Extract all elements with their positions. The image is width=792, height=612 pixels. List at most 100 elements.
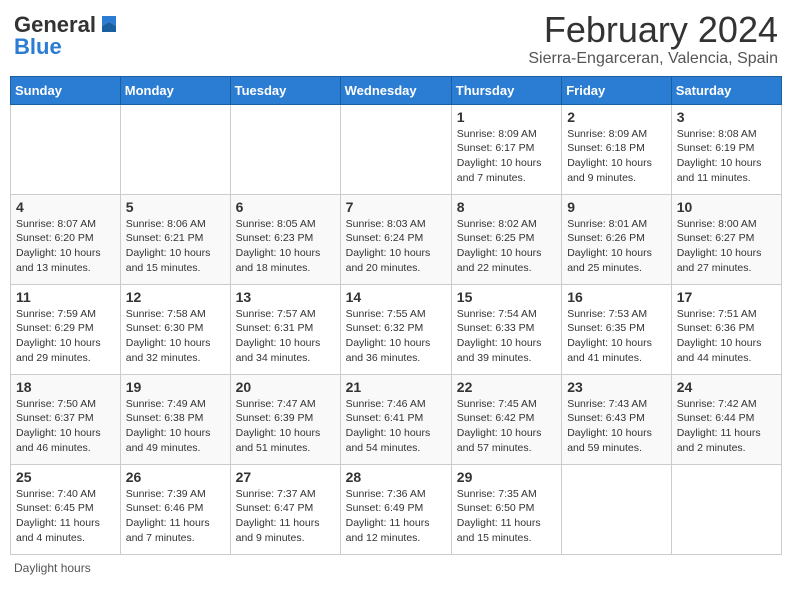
day-number: 12 [126, 289, 225, 305]
day-number: 13 [236, 289, 335, 305]
day-number: 15 [457, 289, 556, 305]
day-info: Sunrise: 7:45 AMSunset: 6:42 PMDaylight:… [457, 397, 556, 456]
calendar-cell [340, 104, 451, 194]
calendar-cell: 22 Sunrise: 7:45 AMSunset: 6:42 PMDayligh… [451, 374, 561, 464]
calendar-cell: 4 Sunrise: 8:07 AMSunset: 6:20 PMDaylight… [11, 194, 121, 284]
day-number: 26 [126, 469, 225, 485]
day-number: 20 [236, 379, 335, 395]
day-number: 1 [457, 109, 556, 125]
day-info: Sunrise: 7:40 AMSunset: 6:45 PMDaylight:… [16, 487, 115, 546]
calendar-cell [11, 104, 121, 194]
day-info: Sunrise: 7:36 AMSunset: 6:49 PMDaylight:… [346, 487, 446, 546]
calendar-cell: 26 Sunrise: 7:39 AMSunset: 6:46 PMDayligh… [120, 464, 230, 554]
calendar-header-sunday: Sunday [11, 76, 121, 104]
day-info: Sunrise: 8:07 AMSunset: 6:20 PMDaylight:… [16, 217, 115, 276]
calendar-cell: 11 Sunrise: 7:59 AMSunset: 6:29 PMDayligh… [11, 284, 121, 374]
logo: General Blue [14, 14, 120, 58]
title-area: February 2024 Sierra-Engarceran, Valenci… [528, 10, 778, 68]
calendar-cell: 29Sunrise: 7:35 AMSunset: 6:50 PMDayligh… [451, 464, 561, 554]
day-info: Sunrise: 8:03 AMSunset: 6:24 PMDaylight:… [346, 217, 446, 276]
calendar-header-row: SundayMondayTuesdayWednesdayThursdayFrid… [11, 76, 782, 104]
day-info: Sunrise: 7:47 AMSunset: 6:39 PMDaylight:… [236, 397, 335, 456]
calendar-cell: 5 Sunrise: 8:06 AMSunset: 6:21 PMDaylight… [120, 194, 230, 284]
logo-general-text: General [14, 14, 96, 36]
day-number: 8 [457, 199, 556, 215]
calendar-cell: 7 Sunrise: 8:03 AMSunset: 6:24 PMDaylight… [340, 194, 451, 284]
calendar-header-wednesday: Wednesday [340, 76, 451, 104]
page-title: February 2024 [528, 10, 778, 50]
day-number: 5 [126, 199, 225, 215]
calendar-header-monday: Monday [120, 76, 230, 104]
day-number: 18 [16, 379, 115, 395]
day-number: 9 [567, 199, 666, 215]
calendar-cell: 27 Sunrise: 7:37 AMSunset: 6:47 PMDayligh… [230, 464, 340, 554]
day-info: Sunrise: 7:58 AMSunset: 6:30 PMDaylight:… [126, 307, 225, 366]
day-info: Sunrise: 7:53 AMSunset: 6:35 PMDaylight:… [567, 307, 666, 366]
calendar-cell: 14Sunrise: 7:55 AMSunset: 6:32 PMDayligh… [340, 284, 451, 374]
calendar-cell: 12 Sunrise: 7:58 AMSunset: 6:30 PMDayligh… [120, 284, 230, 374]
day-info: Sunrise: 8:08 AMSunset: 6:19 PMDaylight:… [677, 127, 776, 186]
day-number: 27 [236, 469, 335, 485]
calendar-cell: 15Sunrise: 7:54 AMSunset: 6:33 PMDayligh… [451, 284, 561, 374]
day-info: Sunrise: 7:43 AMSunset: 6:43 PMDaylight:… [567, 397, 666, 456]
day-info: Sunrise: 7:51 AMSunset: 6:36 PMDaylight:… [677, 307, 776, 366]
header: General Blue February 2024 Sierra-Engarc… [10, 10, 782, 68]
calendar-cell: 6Sunrise: 8:05 AMSunset: 6:23 PMDaylight… [230, 194, 340, 284]
calendar-header-friday: Friday [562, 76, 672, 104]
calendar-cell: 2Sunrise: 8:09 AMSunset: 6:18 PMDaylight… [562, 104, 672, 194]
day-info: Sunrise: 7:57 AMSunset: 6:31 PMDaylight:… [236, 307, 335, 366]
day-info: Sunrise: 7:59 AMSunset: 6:29 PMDaylight:… [16, 307, 115, 366]
calendar-header-tuesday: Tuesday [230, 76, 340, 104]
calendar-cell: 18 Sunrise: 7:50 AMSunset: 6:37 PMDayligh… [11, 374, 121, 464]
day-info: Sunrise: 7:42 AMSunset: 6:44 PMDaylight:… [677, 397, 776, 456]
day-info: Sunrise: 7:37 AMSunset: 6:47 PMDaylight:… [236, 487, 335, 546]
day-info: Sunrise: 7:49 AMSunset: 6:38 PMDaylight:… [126, 397, 225, 456]
calendar-cell: 20 Sunrise: 7:47 AMSunset: 6:39 PMDayligh… [230, 374, 340, 464]
day-info: Sunrise: 7:39 AMSunset: 6:46 PMDaylight:… [126, 487, 225, 546]
calendar-cell: 17 Sunrise: 7:51 AMSunset: 6:36 PMDayligh… [671, 284, 781, 374]
day-info: Sunrise: 7:46 AMSunset: 6:41 PMDaylight:… [346, 397, 446, 456]
calendar-cell: 19Sunrise: 7:49 AMSunset: 6:38 PMDayligh… [120, 374, 230, 464]
day-number: 4 [16, 199, 115, 215]
day-info: Sunrise: 7:50 AMSunset: 6:37 PMDaylight:… [16, 397, 115, 456]
logo-flag-icon [98, 12, 120, 34]
day-number: 16 [567, 289, 666, 305]
calendar-cell: 8 Sunrise: 8:02 AMSunset: 6:25 PMDaylight… [451, 194, 561, 284]
page-subtitle: Sierra-Engarceran, Valencia, Spain [528, 50, 778, 68]
calendar-week-row: 25 Sunrise: 7:40 AMSunset: 6:45 PMDayligh… [11, 464, 782, 554]
calendar-cell: 16 Sunrise: 7:53 AMSunset: 6:35 PMDayligh… [562, 284, 672, 374]
day-info: Sunrise: 8:02 AMSunset: 6:25 PMDaylight:… [457, 217, 556, 276]
day-number: 25 [16, 469, 115, 485]
day-number: 7 [346, 199, 446, 215]
calendar-cell: 25 Sunrise: 7:40 AMSunset: 6:45 PMDayligh… [11, 464, 121, 554]
day-number: 17 [677, 289, 776, 305]
footer-note: Daylight hours [10, 561, 782, 575]
day-number: 6 [236, 199, 335, 215]
day-number: 11 [16, 289, 115, 305]
day-number: 22 [457, 379, 556, 395]
calendar-cell: 28 Sunrise: 7:36 AMSunset: 6:49 PMDayligh… [340, 464, 451, 554]
day-info: Sunrise: 8:09 AMSunset: 6:17 PMDaylight:… [457, 127, 556, 186]
calendar-cell [562, 464, 672, 554]
day-info: Sunrise: 8:00 AMSunset: 6:27 PMDaylight:… [677, 217, 776, 276]
calendar-header-thursday: Thursday [451, 76, 561, 104]
calendar-cell: 3 Sunrise: 8:08 AMSunset: 6:19 PMDaylight… [671, 104, 781, 194]
calendar-cell: 10 Sunrise: 8:00 AMSunset: 6:27 PMDayligh… [671, 194, 781, 284]
calendar-week-row: 18 Sunrise: 7:50 AMSunset: 6:37 PMDayligh… [11, 374, 782, 464]
day-number: 10 [677, 199, 776, 215]
day-info: Sunrise: 8:09 AMSunset: 6:18 PMDaylight:… [567, 127, 666, 186]
day-info: Sunrise: 8:06 AMSunset: 6:21 PMDaylight:… [126, 217, 225, 276]
calendar-cell [120, 104, 230, 194]
calendar-week-row: 11 Sunrise: 7:59 AMSunset: 6:29 PMDayligh… [11, 284, 782, 374]
calendar-cell: 23 Sunrise: 7:43 AMSunset: 6:43 PMDayligh… [562, 374, 672, 464]
day-number: 24 [677, 379, 776, 395]
day-info: Sunrise: 8:01 AMSunset: 6:26 PMDaylight:… [567, 217, 666, 276]
calendar-week-row: 1 Sunrise: 8:09 AMSunset: 6:17 PMDaylight… [11, 104, 782, 194]
day-number: 3 [677, 109, 776, 125]
day-number: 23 [567, 379, 666, 395]
day-number: 14 [346, 289, 446, 305]
day-number: 21 [346, 379, 446, 395]
calendar-table: SundayMondayTuesdayWednesdayThursdayFrid… [10, 76, 782, 555]
calendar-cell [230, 104, 340, 194]
day-number: 28 [346, 469, 446, 485]
